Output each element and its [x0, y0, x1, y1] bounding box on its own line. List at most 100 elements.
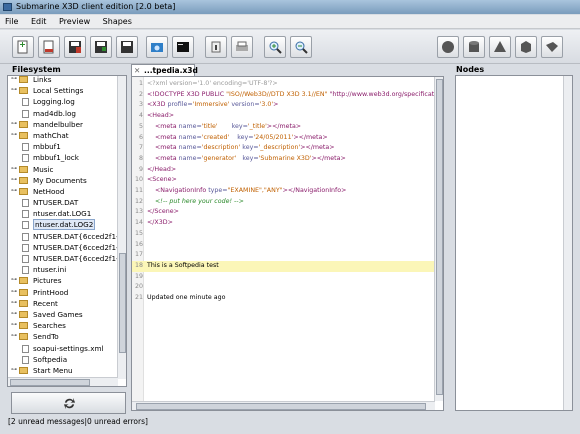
code-editor[interactable]: 1 <?xml version='1.0' encoding='UTF-8'?> 2… — [131, 76, 444, 411]
tree-item[interactable]: ⊶ Searches — [8, 320, 119, 331]
scrollbar-thumb[interactable] — [10, 379, 90, 386]
tree-item[interactable]: mad4db.log — [8, 108, 119, 119]
file-icon — [22, 98, 29, 107]
box-button[interactable] — [515, 36, 537, 58]
toolbar — [0, 30, 580, 64]
tree-item[interactable]: ntuser.ini — [8, 264, 119, 275]
cone-icon — [494, 41, 506, 52]
code-text: <!-- put here your code! --> — [147, 197, 244, 208]
expand-toggle-icon[interactable]: ⊶ — [11, 165, 17, 172]
menu-preview[interactable]: Preview — [54, 15, 95, 29]
tree-item[interactable]: ⊶ Pictures — [8, 275, 119, 286]
code-line: 18 This is a Softpedia test — [132, 260, 435, 272]
tree-item[interactable]: Logging.log — [8, 96, 119, 107]
tree-item[interactable]: NTUSER.DAT{6cced2f1-6 — [8, 231, 123, 242]
expand-toggle-icon[interactable]: ⊶ — [11, 187, 17, 194]
tree-item[interactable]: ⊶ PrintHood — [8, 287, 119, 298]
nodes-panel[interactable] — [455, 75, 573, 411]
open-folder-button[interactable] — [146, 36, 168, 58]
tree-item[interactable]: NTUSER.DAT{6cced2f1-6 — [8, 242, 123, 253]
nodes-vertical-scrollbar[interactable] — [563, 76, 572, 410]
file-icon — [22, 199, 29, 208]
tree-item[interactable]: ⊶ Saved Games — [8, 309, 119, 320]
indexed-face-set-button[interactable] — [541, 36, 563, 58]
scrollbar-thumb[interactable] — [119, 253, 126, 353]
code-token: </X3D> — [147, 219, 173, 227]
print-button[interactable] — [231, 36, 253, 58]
expand-toggle-icon[interactable]: ⊶ — [11, 120, 17, 127]
expand-toggle-icon[interactable]: ⊶ — [11, 76, 17, 82]
tree-item[interactable]: ⊶ SendTo — [8, 331, 119, 342]
menu-shapes[interactable]: Shapes — [98, 15, 137, 29]
expand-toggle-icon[interactable]: ⊶ — [11, 131, 17, 138]
cylinder-button[interactable] — [463, 36, 485, 58]
tree-item[interactable]: ntuser.dat.LOG2 — [8, 219, 119, 231]
tree-item[interactable]: ⊶ mandelbulber — [8, 119, 119, 130]
line-number: 16 — [134, 240, 143, 248]
line-number: 12 — [134, 197, 143, 205]
editor-vertical-scrollbar[interactable] — [434, 77, 443, 401]
expand-toggle-icon[interactable]: ⊶ — [11, 333, 17, 339]
code-token: <!-- put here your code! --> — [155, 197, 244, 205]
tree-item[interactable]: ⊶ Recent — [8, 298, 119, 309]
expand-toggle-icon[interactable]: ⊶ — [11, 87, 17, 93]
tree-item[interactable]: ⊶ My Documents — [8, 175, 119, 186]
code-line: 9 </Head> — [132, 165, 435, 176]
scrollbar-thumb[interactable] — [136, 403, 426, 410]
tree-item[interactable]: mbbuf1_lock — [8, 152, 119, 163]
tree-item[interactable]: ⊶ mathChat — [8, 130, 119, 141]
filesystem-tree[interactable]: ⊶ Links ⊶ Local Settings Logging.log mad4db.l… — [7, 75, 127, 387]
tree-item[interactable]: ⊶ Start Menu — [8, 365, 119, 376]
console-button[interactable] — [172, 36, 194, 58]
tree-item[interactable]: ⊶ Music — [8, 164, 119, 175]
tree-item[interactable]: NTUSER.DAT{6cced2f1-6 — [8, 253, 123, 264]
tree-item[interactable]: ⊶ NetHood — [8, 186, 119, 197]
menu-file[interactable]: File — [0, 15, 23, 29]
folder-icon — [19, 120, 28, 128]
filesystem-horizontal-scrollbar[interactable] — [8, 377, 118, 386]
line-number: 21 — [134, 294, 143, 301]
cone-button[interactable] — [489, 36, 511, 58]
code-line: 17 — [132, 250, 435, 261]
save-template-button[interactable] — [90, 36, 112, 58]
code-line: 15 — [132, 229, 435, 240]
tree-item[interactable]: ⊶ Links — [8, 76, 119, 85]
save-as-icon — [69, 41, 81, 53]
sphere-button[interactable] — [437, 36, 459, 58]
code-text: <meta name='description' key='_descripti… — [147, 143, 334, 154]
expand-toggle-icon[interactable]: ⊶ — [11, 366, 17, 373]
tree-item[interactable]: mbbuf1 — [8, 141, 119, 152]
code-token: name= — [178, 122, 202, 130]
new-file-button[interactable] — [12, 36, 34, 58]
tree-item[interactable]: ⊶ Local Settings — [8, 85, 119, 96]
expand-toggle-icon[interactable]: ⊶ — [11, 299, 17, 306]
tree-item[interactable]: soapui-settings.xml — [8, 343, 119, 354]
save-all-button[interactable] — [116, 36, 138, 58]
code-token: version= — [229, 101, 260, 109]
info-button[interactable] — [205, 36, 227, 58]
tree-item[interactable]: ntuser.dat.LOG1 — [8, 208, 119, 219]
expand-toggle-icon[interactable]: ⊶ — [11, 288, 17, 295]
code-line: 5 <meta name='title' key='_title'></meta… — [132, 122, 435, 133]
tree-item[interactable]: NTUSER.DAT — [8, 197, 119, 208]
tab-editor-file[interactable]: ✕ ...tpedia.x3d — [131, 64, 198, 76]
expand-toggle-icon[interactable]: ⊶ — [11, 277, 17, 283]
zoom-in-button[interactable] — [264, 36, 286, 58]
refresh-button[interactable] — [11, 392, 126, 414]
line-number: 18 — [134, 261, 143, 269]
editor-horizontal-scrollbar[interactable] — [132, 401, 435, 410]
tree-item[interactable]: Softpedia — [8, 354, 119, 365]
menu-edit[interactable]: Edit — [26, 15, 52, 29]
zoom-out-button[interactable] — [290, 36, 312, 58]
line-number: 20 — [134, 283, 143, 291]
filesystem-vertical-scrollbar[interactable] — [117, 76, 126, 379]
new-template-button[interactable] — [38, 36, 60, 58]
save-as-button[interactable] — [64, 36, 86, 58]
folder-icon — [19, 76, 28, 83]
expand-toggle-icon[interactable]: ⊶ — [11, 310, 17, 317]
scrollbar-thumb[interactable] — [436, 79, 443, 395]
code-token: 'created' — [201, 133, 230, 141]
expand-toggle-icon[interactable]: ⊶ — [11, 176, 17, 183]
code-line: 3 <X3D profile='Immersive' version='3.0'> — [132, 100, 435, 111]
expand-toggle-icon[interactable]: ⊶ — [11, 322, 17, 328]
